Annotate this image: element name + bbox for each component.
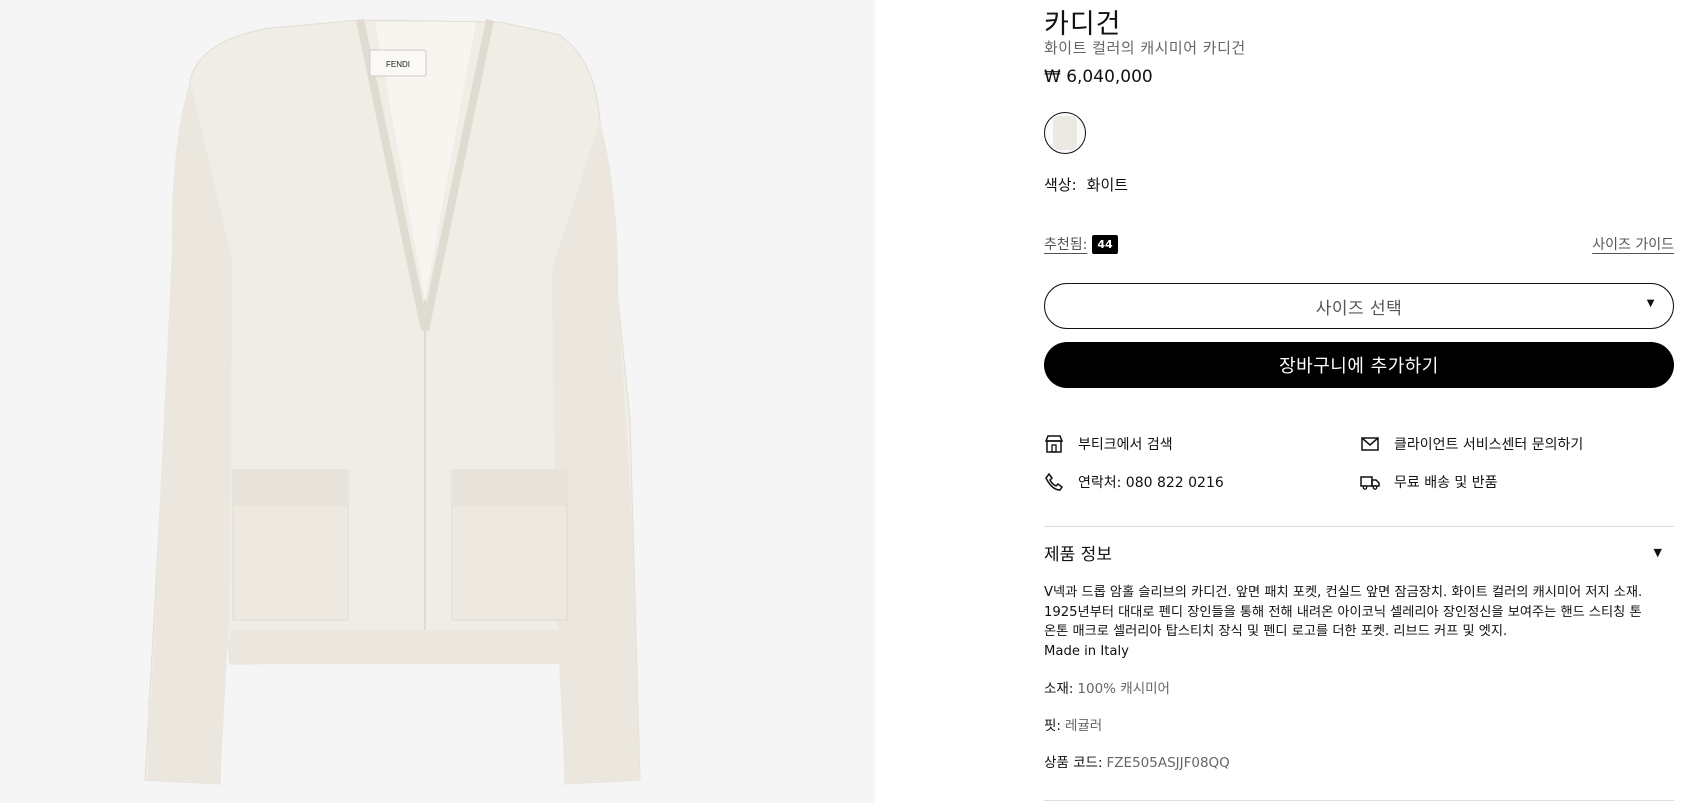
store-locator-link[interactable]: 부티크에서 검색 — [1044, 434, 1173, 454]
product-info-toggle[interactable]: 제품 정보 ▼ — [1044, 540, 1674, 565]
product-subtitle: 화이트 컬러의 캐시미어 카디건 — [1044, 39, 1246, 57]
fit-value: 레귤러 — [1064, 718, 1103, 734]
divider — [1044, 526, 1674, 527]
phone-contact-link[interactable]: 연락처: 080 822 0216 — [1044, 472, 1224, 492]
size-select-label: 사이즈 선택 — [1315, 298, 1403, 319]
description-line: V넥과 드롭 암홀 슬리브의 카디건. 앞면 패치 포켓, 컨실드 앞면 잠금장… — [1044, 585, 1643, 600]
material-row: 소재: 100% 캐시미어 — [1044, 677, 1170, 697]
color-row: 색상: 화이트 — [1044, 174, 1138, 195]
mail-icon — [1361, 437, 1379, 451]
recommended-size: 추천됨: 44 — [1044, 234, 1118, 254]
page-title: 카디건 — [1044, 9, 1122, 40]
cardigan-illustration: FENDI — [144, 19, 641, 785]
fit-label: 핏: — [1044, 718, 1061, 734]
add-to-cart-button[interactable]: 장바구니에 추가하기 — [1044, 342, 1674, 388]
chevron-down-icon: ▼ — [1653, 546, 1662, 559]
made-in: Made in Italy — [1044, 643, 1129, 659]
delivery-icon — [1360, 476, 1380, 490]
product-info-header: 제품 정보 — [1044, 545, 1112, 565]
recommended-count-badge: 44 — [1092, 234, 1118, 254]
product-price: ₩ 6,040,000 — [1044, 67, 1153, 87]
free-shipping-label: 무료 배송 및 반품 — [1394, 475, 1498, 491]
size-select-dropdown[interactable]: 사이즈 선택 ▼ — [1044, 283, 1674, 329]
size-guide-link[interactable]: 사이즈 가이드 — [1592, 234, 1674, 254]
material-label: 소재: — [1044, 681, 1074, 697]
product-code-value: FZE505ASJJF08QQ — [1106, 755, 1230, 771]
client-service-link[interactable]: 클라이언트 서비스센터 문의하기 — [1360, 434, 1583, 454]
chevron-down-icon: ▼ — [1646, 298, 1655, 309]
product-image[interactable]: FENDI — [0, 0, 875, 803]
description-line: 온톤 매크로 셀러리아 탑스티치 장식 및 펜디 로고를 더한 포켓. 리브드 … — [1044, 624, 1508, 639]
phone-icon — [1045, 472, 1064, 491]
product-details: 카디건 화이트 컬러의 캐시미어 카디건 ₩ 6,040,000 색상: 화이트 … — [1044, 0, 1674, 803]
color-label: 색상: — [1044, 176, 1077, 194]
material-value: 100% 캐시미어 — [1077, 681, 1170, 697]
client-service-label: 클라이언트 서비스센터 문의하기 — [1394, 437, 1584, 453]
recommended-label[interactable]: 추천됨: — [1044, 234, 1087, 254]
product-code-label: 상품 코드: — [1044, 755, 1103, 771]
description-line: 1925년부터 대대로 펜디 장인들을 통해 전해 내려온 아이코닉 셀레리아 … — [1044, 604, 1642, 620]
store-icon — [1044, 435, 1064, 453]
color-value: 화이트 — [1086, 176, 1129, 194]
free-shipping-link[interactable]: 무료 배송 및 반품 — [1360, 472, 1498, 492]
svg-text:FENDI: FENDI — [386, 60, 410, 69]
swatch-thumbnail — [1053, 116, 1077, 150]
product-code-row: 상품 코드: FZE505ASJJF08QQ — [1044, 751, 1230, 771]
color-swatch-white[interactable] — [1044, 112, 1086, 154]
divider — [1044, 800, 1674, 801]
fit-row: 핏: 레귤러 — [1044, 714, 1102, 734]
store-locator-label: 부티크에서 검색 — [1078, 437, 1173, 453]
product-description: V넥과 드롭 암홀 슬리브의 카디건. 앞면 패치 포켓, 컨실드 앞면 잠금장… — [1044, 583, 1674, 661]
phone-contact-label: 연락처: 080 822 0216 — [1078, 475, 1224, 491]
